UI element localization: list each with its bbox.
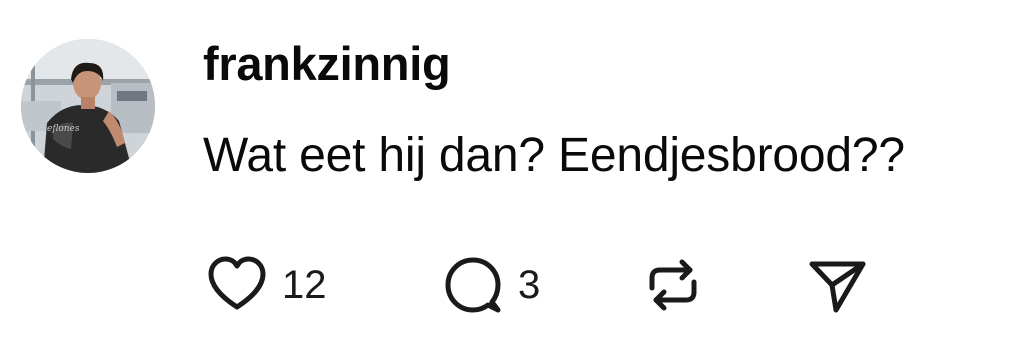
- post-text: Wat eet hij dan? Eendjesbrood??: [203, 129, 905, 182]
- like-button[interactable]: 12: [204, 250, 327, 320]
- repost-icon: [649, 259, 697, 311]
- avatar[interactable]: eflones: [21, 39, 155, 173]
- username[interactable]: frankzinnig: [203, 36, 451, 92]
- send-icon: [809, 261, 866, 313]
- reply-count: 3: [518, 263, 541, 307]
- svg-text:eflones: eflones: [47, 124, 80, 134]
- repost-button[interactable]: [640, 250, 706, 320]
- action-bar: 12 3: [0, 250, 1024, 320]
- share-button[interactable]: [805, 250, 871, 320]
- reply-button[interactable]: 3: [440, 250, 540, 320]
- profile-photo-icon: eflones: [21, 39, 155, 173]
- like-count: 12: [282, 263, 327, 307]
- heart-icon: [208, 256, 266, 310]
- thread-reply: eflones frankzinnig Wat eet hij dan? Een…: [0, 0, 1024, 342]
- comment-icon: [445, 257, 501, 313]
